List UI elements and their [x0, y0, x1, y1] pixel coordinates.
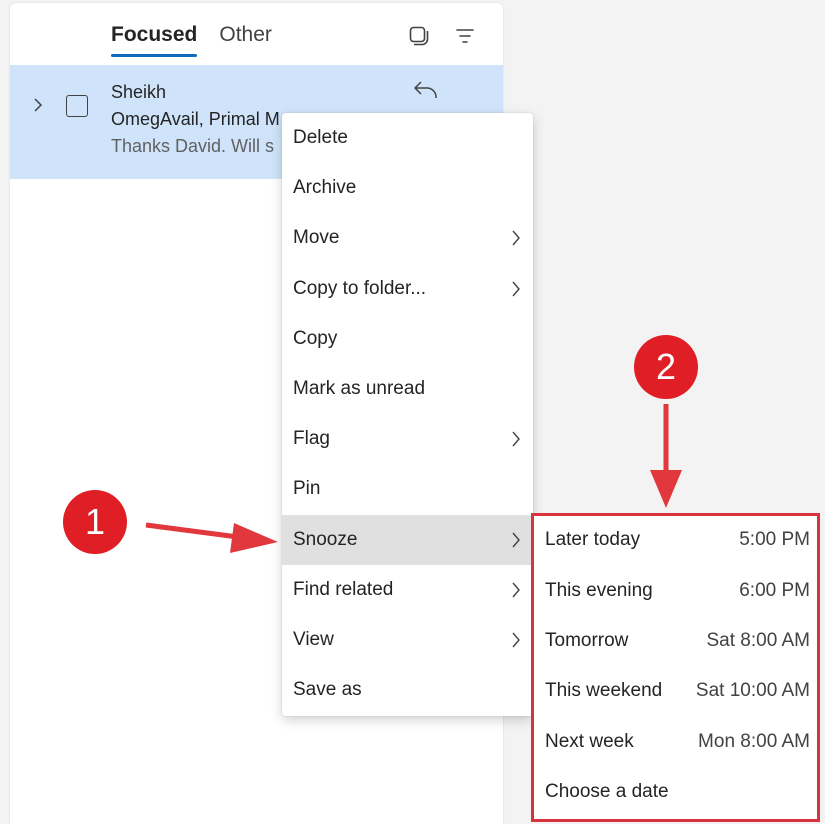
menu-item-label: Flag — [293, 428, 330, 450]
menu-item-copy[interactable]: Copy — [282, 314, 533, 364]
menu-item-label: Find related — [293, 578, 394, 600]
snooze-option-time: Sat 8:00 AM — [706, 629, 810, 651]
menu-item-flag[interactable]: Flag — [282, 414, 533, 464]
select-mode-icon[interactable] — [408, 25, 430, 47]
inbox-pivot: Focused Other — [111, 23, 272, 57]
menu-item-archive[interactable]: Archive — [282, 163, 533, 213]
snooze-option-time: 6:00 PM — [739, 579, 810, 601]
chevron-right-icon — [512, 632, 520, 648]
chevron-right-icon — [512, 281, 520, 297]
snooze-this-weekend[interactable]: This weekend Sat 10:00 AM — [533, 666, 818, 716]
chevron-right-icon — [512, 582, 520, 598]
snooze-this-evening[interactable]: This evening 6:00 PM — [533, 565, 818, 615]
menu-item-mark-unread[interactable]: Mark as unread — [282, 364, 533, 414]
menu-item-delete[interactable]: Delete — [282, 113, 533, 163]
menu-item-label: View — [293, 628, 334, 650]
snooze-option-label: Choose a date — [545, 781, 669, 803]
reply-icon[interactable] — [412, 79, 440, 101]
menu-item-label: Move — [293, 227, 340, 249]
snooze-tomorrow[interactable]: Tomorrow Sat 8:00 AM — [533, 616, 818, 666]
step-badge-1: 1 — [63, 490, 127, 554]
chevron-right-icon[interactable] — [32, 97, 44, 113]
tab-focused[interactable]: Focused — [111, 23, 198, 57]
tab-other[interactable]: Other — [219, 23, 272, 47]
snooze-option-label: This evening — [545, 579, 653, 601]
snooze-option-label: Later today — [545, 529, 641, 551]
snooze-option-time: 5:00 PM — [739, 529, 810, 551]
menu-item-find-related[interactable]: Find related — [282, 565, 533, 615]
context-menu: Delete Archive Move Copy to folder... Co… — [282, 113, 533, 716]
snooze-option-time: Mon 8:00 AM — [698, 730, 810, 752]
menu-item-label: Copy to folder... — [293, 277, 427, 299]
menu-item-save-as[interactable]: Save as — [282, 665, 533, 715]
menu-item-label: Save as — [293, 679, 362, 701]
arrow-to-submenu — [650, 404, 682, 508]
chevron-right-icon — [512, 532, 520, 547]
menu-item-label: Delete — [293, 127, 348, 149]
step-badge-2: 2 — [634, 335, 698, 399]
menu-item-label: Archive — [293, 177, 357, 199]
snooze-option-label: Next week — [545, 730, 634, 752]
menu-item-label: Mark as unread — [293, 378, 426, 400]
snooze-option-time: Sat 10:00 AM — [695, 680, 810, 702]
snooze-submenu: Later today 5:00 PM This evening 6:00 PM… — [533, 515, 818, 820]
message-checkbox[interactable] — [66, 95, 88, 117]
menu-item-label: Snooze — [293, 528, 358, 550]
chevron-right-icon — [512, 230, 520, 246]
menu-item-label: Copy — [293, 327, 338, 349]
snooze-option-label: Tomorrow — [545, 629, 629, 651]
message-preview: Thanks David. Will s — [111, 136, 275, 156]
chevron-right-icon — [512, 431, 520, 447]
snooze-option-label: This weekend — [545, 680, 663, 702]
snooze-next-week[interactable]: Next week Mon 8:00 AM — [533, 717, 818, 767]
menu-item-pin[interactable]: Pin — [282, 464, 533, 514]
menu-item-view[interactable]: View — [282, 615, 533, 665]
menu-item-snooze[interactable]: Snooze — [282, 514, 533, 565]
menu-item-copy-to-folder[interactable]: Copy to folder... — [282, 264, 533, 314]
message-sender: Sheikh — [111, 82, 167, 102]
snooze-choose-date[interactable]: Choose a date — [533, 767, 818, 817]
filter-icon[interactable] — [454, 25, 476, 47]
message-subject: OmegAvail, Primal M — [111, 109, 280, 129]
snooze-later-today[interactable]: Later today 5:00 PM — [533, 515, 818, 565]
menu-item-move[interactable]: Move — [282, 213, 533, 263]
menu-item-label: Pin — [293, 478, 321, 500]
